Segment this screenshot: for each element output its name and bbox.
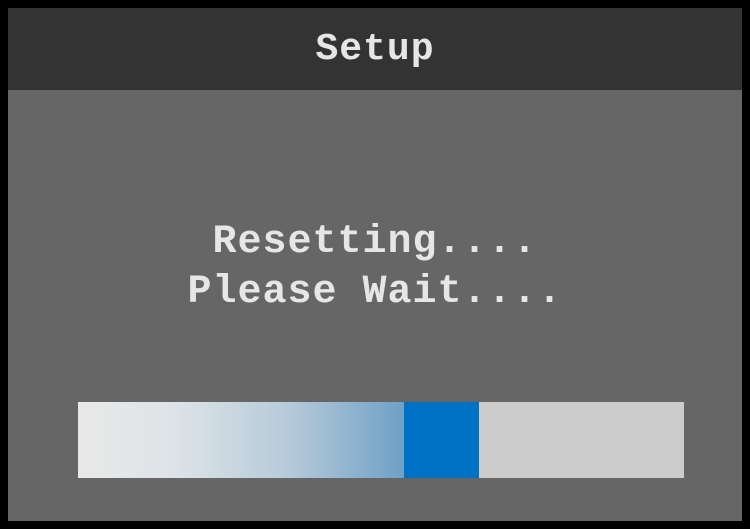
progress-bar <box>78 402 684 478</box>
status-line-resetting: Resetting.... <box>212 220 538 265</box>
progress-indicator <box>404 402 480 478</box>
title-bar: Setup <box>8 8 742 90</box>
progress-trail <box>78 402 405 478</box>
setup-screen: Setup Resetting.... Please Wait.... <box>0 0 750 529</box>
screen-title: Setup <box>315 27 435 71</box>
status-message: Resetting.... Please Wait.... <box>8 218 742 318</box>
status-line-please-wait: Please Wait.... <box>187 270 563 315</box>
